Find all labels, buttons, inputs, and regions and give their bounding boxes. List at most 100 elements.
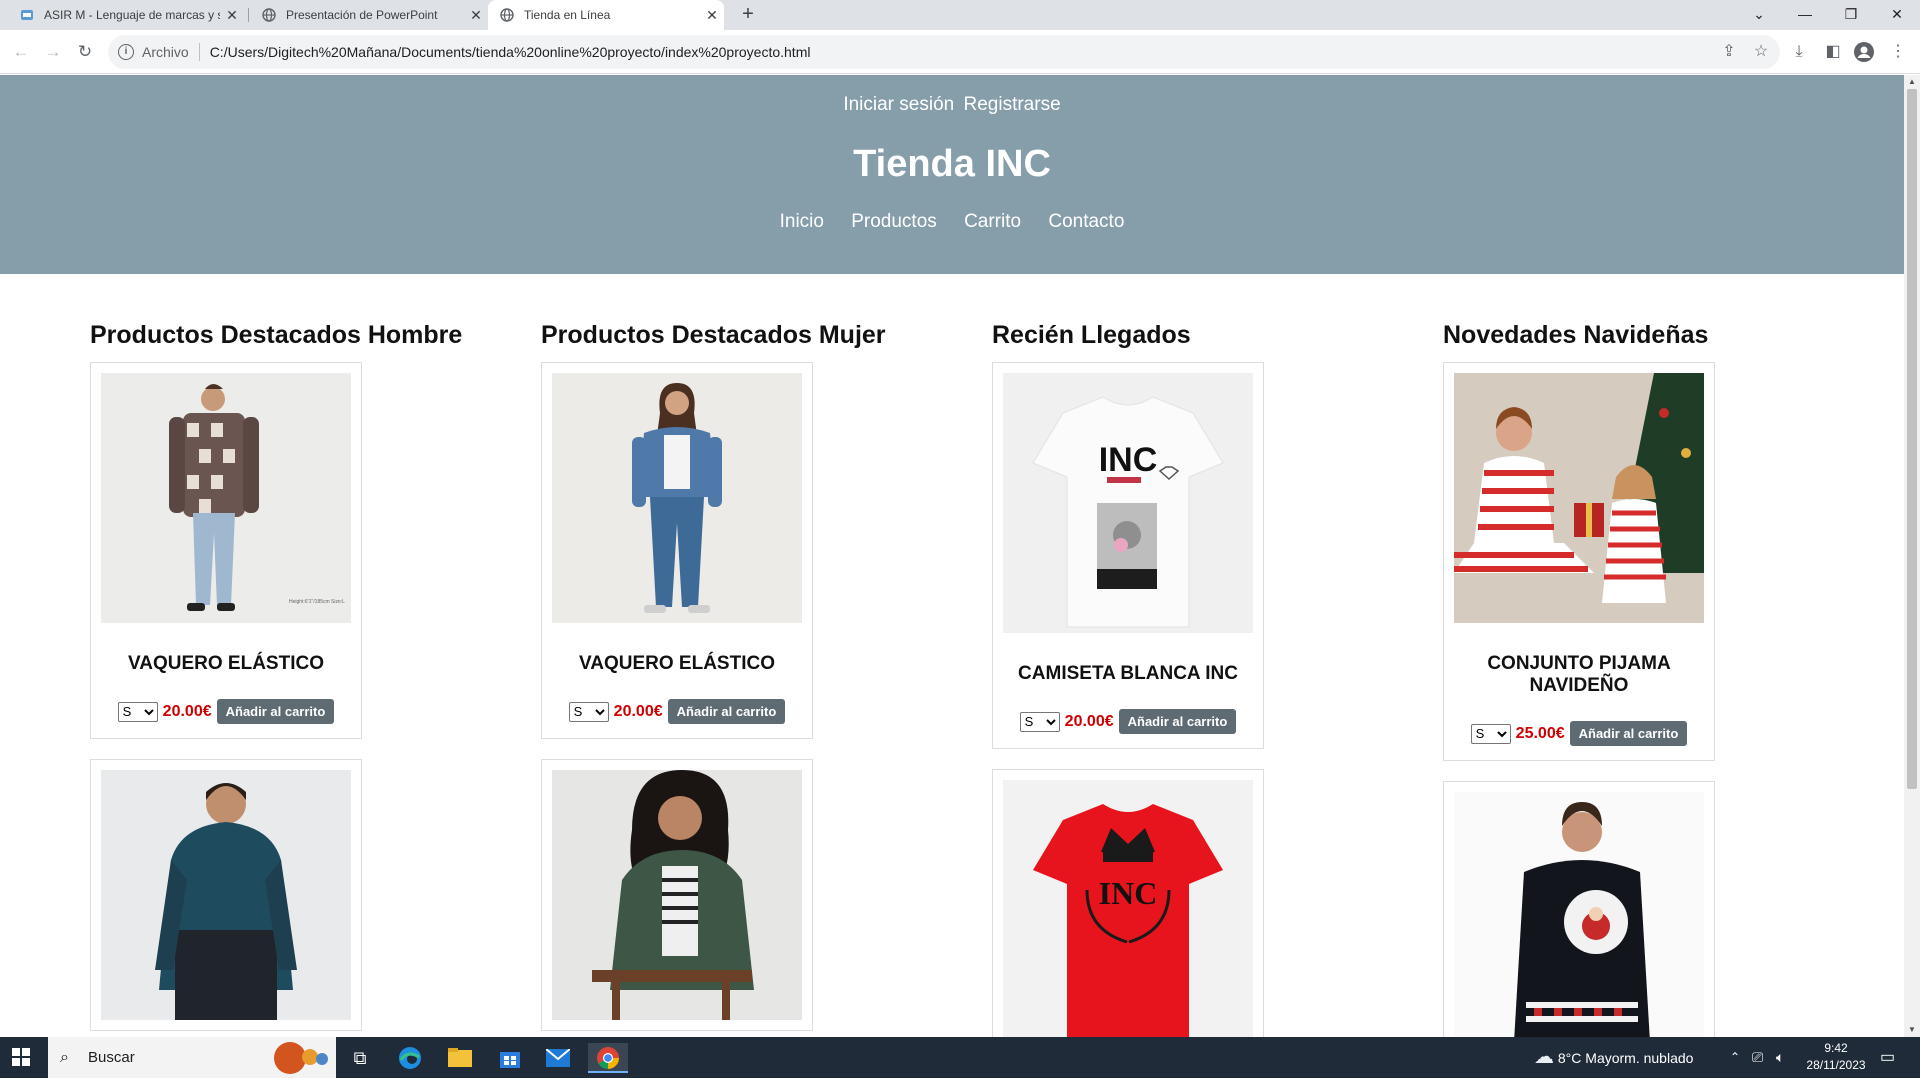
product-card [541, 759, 813, 1031]
product-image[interactable] [1454, 373, 1704, 623]
product-image[interactable]: Height:6'1''/185cm Size:L [101, 373, 351, 623]
globe-icon [500, 8, 514, 22]
weather-widget[interactable]: ☁ 8°C Mayorm. nublado [1534, 1037, 1693, 1078]
close-tab-icon[interactable]: ✕ [220, 7, 244, 24]
moodle-icon [21, 10, 33, 20]
scroll-down-icon[interactable]: ▼ [1904, 1023, 1920, 1037]
add-to-cart-button[interactable]: Añadir al carrito [667, 699, 786, 724]
tab-divider [248, 8, 249, 22]
info-icon[interactable]: i [118, 44, 134, 60]
product-name: VAQUERO ELÁSTICO [579, 653, 775, 674]
taskbar-search-box[interactable]: ⌕ Buscar [48, 1037, 336, 1078]
search-placeholder: Buscar [88, 1049, 135, 1066]
product-image[interactable]: INC [1003, 780, 1253, 1037]
add-to-cart-button[interactable]: Añadir al carrito [1569, 721, 1688, 746]
profile-avatar-icon[interactable] [1852, 40, 1876, 64]
page-scrollbar[interactable]: ▲ ▼ [1904, 75, 1920, 1037]
browser-tab-strip: ASIR M - Lenguaje de marcas y s ✕ Presen… [0, 0, 1920, 30]
share-icon[interactable]: ⇪ [1717, 40, 1741, 64]
tab-label: Presentación de PowerPoint [286, 8, 438, 22]
site-title: Tienda INC [853, 143, 1051, 185]
close-window-button[interactable]: ✕ [1874, 0, 1920, 30]
product-price: 20.00€ [162, 702, 212, 720]
size-select[interactable]: S [568, 701, 609, 722]
reload-icon[interactable]: ↻ [73, 40, 97, 64]
section-title: Productos Destacados Mujer [541, 321, 886, 349]
close-tab-icon[interactable]: ✕ [464, 7, 488, 24]
nav-productos[interactable]: Productos [851, 211, 937, 232]
product-card: VAQUERO ELÁSTICO S 20.00€ Añadir al carr… [541, 362, 813, 739]
scrollbar-thumb[interactable] [1907, 89, 1917, 789]
product-image[interactable] [552, 770, 802, 1020]
nav-contacto[interactable]: Contacto [1048, 211, 1124, 232]
product-image[interactable] [552, 373, 802, 623]
nav-carrito[interactable]: Carrito [964, 211, 1021, 232]
web-page: Iniciar sesión Registrarse Tienda INC In… [0, 75, 1904, 1037]
search-icon: ⌕ [60, 1049, 69, 1066]
section-recien-llegados: Recién Llegados INC CAMISETA BLANCA INC … [992, 321, 1352, 1037]
download-icon[interactable]: ⤓ [1787, 40, 1811, 64]
tray-chevron-icon[interactable]: ⌃ [1730, 1037, 1740, 1078]
size-select[interactable]: S [1470, 723, 1511, 744]
windows-start-icon[interactable] [12, 1048, 30, 1066]
new-tab-button[interactable]: + [736, 0, 760, 30]
mail-icon[interactable] [538, 1043, 578, 1073]
add-to-cart-button[interactable]: Añadir al carrito [216, 699, 335, 724]
task-view-icon[interactable]: ⧉ [340, 1043, 380, 1073]
notifications-icon[interactable]: ▭ [1880, 1037, 1895, 1078]
purchase-row: S 20.00€ Añadir al carrito [552, 699, 802, 724]
size-select[interactable]: S [117, 701, 158, 722]
close-tab-icon[interactable]: ✕ [700, 7, 724, 24]
back-icon[interactable]: ← [9, 40, 33, 64]
add-to-cart-button[interactable]: Añadir al carrito [1118, 709, 1237, 734]
menu-kebab-icon[interactable]: ⋮ [1886, 40, 1910, 64]
product-card [1443, 781, 1715, 1037]
product-price: 25.00€ [1515, 724, 1565, 742]
size-select[interactable]: S [1019, 711, 1060, 732]
restore-button[interactable]: ❐ [1828, 0, 1874, 30]
section-navidad: Novedades Navideñas CONJUNTO PIJAMA NAVI… [1443, 321, 1803, 1037]
product-image[interactable]: INC [1003, 373, 1253, 633]
tshirt-print-text: INC [1099, 441, 1158, 479]
product-price: 20.00€ [613, 702, 663, 720]
minimize-button[interactable]: — [1782, 0, 1828, 30]
section-hombre: Productos Destacados Hombre Height:6'1''… [90, 321, 462, 1037]
tab-label: Tienda en Línea [524, 8, 611, 22]
forward-icon[interactable]: → [41, 40, 65, 64]
chrome-icon[interactable] [588, 1043, 628, 1073]
address-url[interactable]: C:/Users/Digitech%20Mañana/Documents/tie… [210, 44, 811, 60]
product-image[interactable] [101, 770, 351, 1020]
nav-inicio[interactable]: Inicio [780, 211, 824, 232]
bookmark-star-icon[interactable]: ☆ [1749, 40, 1773, 64]
clock-time: 9:42 [1824, 1041, 1848, 1055]
main-nav: Inicio Productos Carrito Contacto [0, 211, 1904, 233]
search-highlight-planets-icon [274, 1042, 328, 1074]
photo-caption: Height:6'1''/185cm Size:L [289, 599, 345, 605]
address-bar[interactable]: i Archivo C:/Users/Digitech%20Mañana/Doc… [108, 35, 1780, 69]
purchase-row: S 20.00€ Añadir al carrito [1003, 709, 1253, 734]
product-image[interactable] [1454, 792, 1704, 1037]
tab-asir[interactable]: ASIR M - Lenguaje de marcas y s ✕ [0, 0, 244, 30]
side-panel-icon[interactable]: ◧ [1821, 40, 1845, 64]
file-explorer-icon[interactable] [440, 1043, 480, 1073]
scroll-up-icon[interactable]: ▲ [1904, 75, 1920, 89]
product-name: CAMISETA BLANCA INC [1018, 663, 1238, 684]
cloud-icon: ☁ [1534, 1046, 1554, 1068]
clock[interactable]: 9:42 28/11/2023 [1800, 1037, 1872, 1078]
weather-text: 8°C Mayorm. nublado [1557, 1050, 1694, 1066]
store-icon[interactable] [490, 1043, 530, 1073]
globe-icon [262, 8, 276, 22]
section-mujer: Productos Destacados Mujer VAQUERO ELÁST… [541, 321, 901, 1037]
network-icon[interactable]: ⎚ [1752, 1037, 1763, 1078]
volume-mute-icon[interactable]: 🔈︎ [1776, 1037, 1784, 1078]
section-title: Novedades Navideñas [1443, 321, 1709, 349]
product-name: CONJUNTO PIJAMA NAVIDEÑO [1487, 653, 1671, 696]
tab-powerpoint[interactable]: Presentación de PowerPoint ✕ [252, 0, 488, 30]
tab-search-icon[interactable]: ⌄ [1736, 0, 1782, 30]
edge-browser-icon[interactable] [390, 1043, 430, 1073]
windows-taskbar: ⌕ Buscar ⧉ ☁ 8°C Mayorm. nublado ⌃ ⎚ 🔈︎ … [0, 1037, 1920, 1078]
register-link[interactable]: Registrarse [964, 94, 1061, 115]
tab-tienda[interactable]: Tienda en Línea ✕ [488, 0, 724, 30]
login-link[interactable]: Iniciar sesión [843, 94, 954, 115]
tshirt-print-text: INC [1099, 875, 1158, 911]
